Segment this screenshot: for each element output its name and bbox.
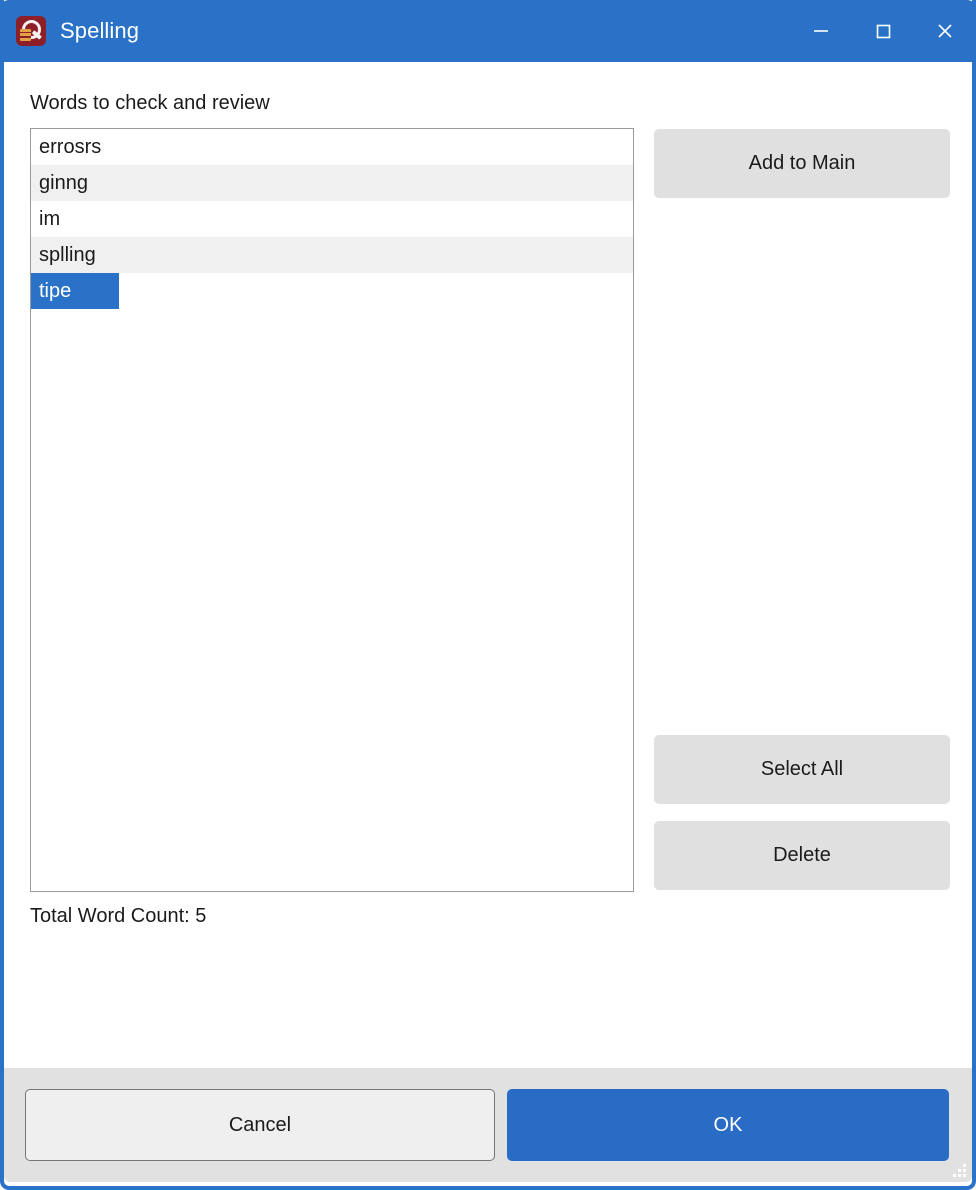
list-item[interactable]: splling: [31, 237, 633, 273]
list-item[interactable]: errosrs: [31, 129, 633, 165]
list-item-label: ginng: [39, 172, 88, 194]
list-item-label: tipe: [31, 273, 119, 309]
ok-button[interactable]: OK: [507, 1089, 949, 1161]
list-item-selected[interactable]: tipe: [31, 273, 633, 309]
spelling-dictionary-icon: [16, 16, 46, 46]
add-to-main-button[interactable]: Add to Main: [654, 129, 950, 198]
maximize-icon[interactable]: [852, 0, 914, 62]
list-item-label: splling: [39, 244, 96, 266]
dialog-footer: Cancel OK: [4, 1068, 972, 1182]
resize-grip-icon[interactable]: [948, 1159, 966, 1177]
list-item[interactable]: im: [31, 201, 633, 237]
list-item-label: im: [39, 208, 61, 230]
dialog-body: Words to check and review errosrs ginng …: [4, 62, 972, 1068]
word-list[interactable]: errosrs ginng im splling tipe: [30, 128, 634, 892]
spelling-dialog-window: Spelling Words to check and review erros…: [0, 0, 976, 1190]
select-all-button[interactable]: Select All: [654, 735, 950, 804]
total-word-count: Total Word Count: 5: [30, 905, 207, 927]
list-item-label: errosrs: [39, 136, 102, 158]
word-list-label: Words to check and review: [30, 92, 270, 114]
minimize-icon[interactable]: [790, 0, 852, 62]
cancel-button[interactable]: Cancel: [25, 1089, 495, 1161]
close-icon[interactable]: [914, 0, 972, 62]
title-bar[interactable]: Spelling: [4, 0, 972, 62]
window-title: Spelling: [60, 18, 140, 43]
list-item[interactable]: ginng: [31, 165, 633, 201]
window-controls: [790, 0, 972, 62]
delete-button[interactable]: Delete: [654, 821, 950, 890]
